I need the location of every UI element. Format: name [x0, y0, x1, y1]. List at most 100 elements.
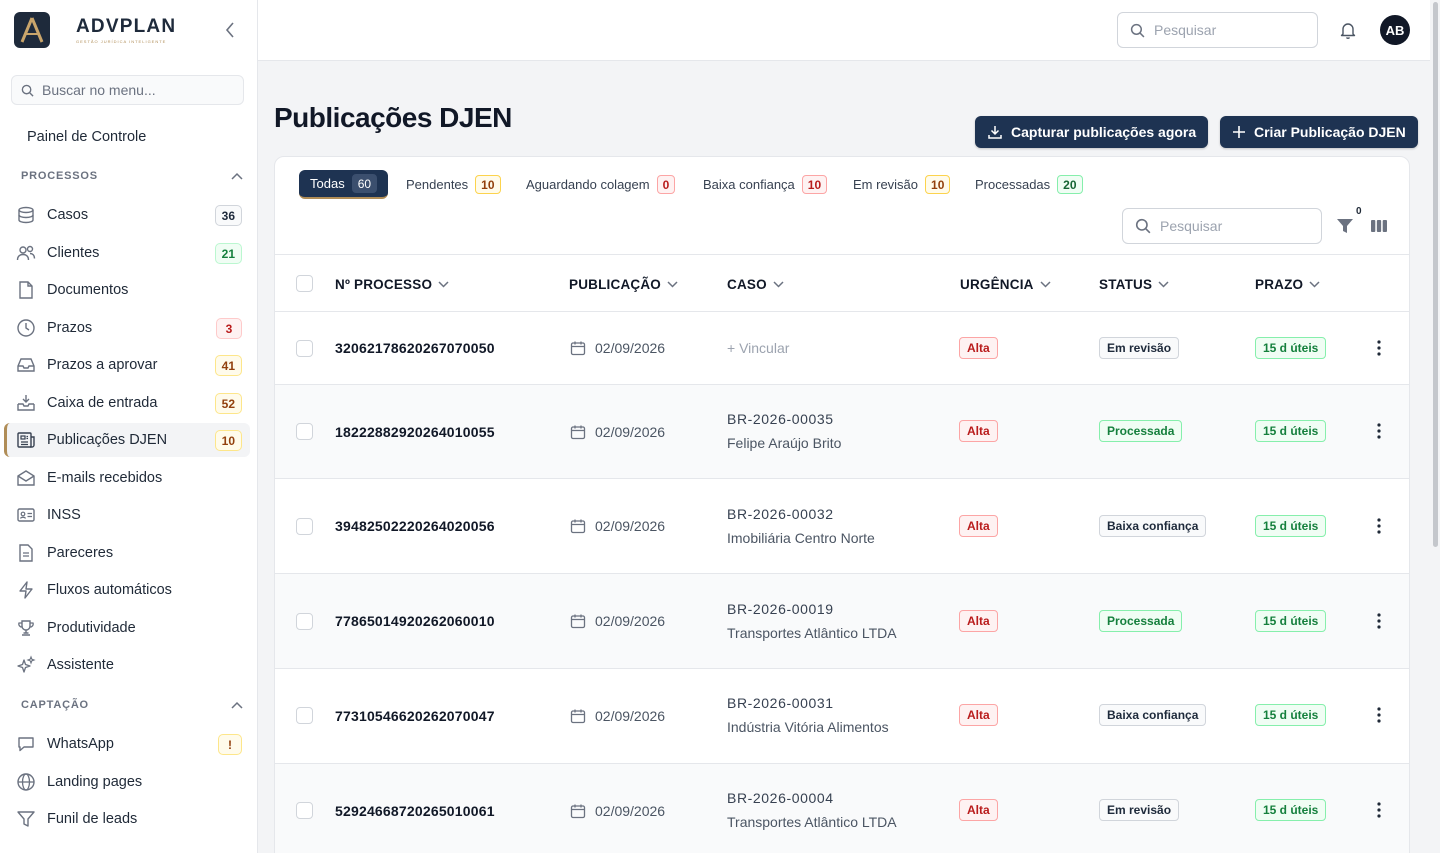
- filter-icon[interactable]: [1336, 217, 1354, 235]
- global-search-input[interactable]: [1154, 22, 1304, 38]
- tab-em-revisao[interactable]: Em revisão 10: [842, 170, 961, 199]
- capture-publications-button[interactable]: Capturar publicações agora: [975, 116, 1209, 148]
- column-caso[interactable]: CASO: [727, 255, 784, 313]
- tab-aguardando-colagem[interactable]: Aguardando colagem 0: [515, 170, 686, 199]
- search-icon: [21, 84, 34, 97]
- row-checkbox[interactable]: [296, 613, 313, 630]
- sidebar-item-fluxos[interactable]: Fluxos automáticos: [4, 573, 250, 607]
- mail-icon: [16, 468, 36, 488]
- row-checkbox[interactable]: [296, 518, 313, 535]
- sidebar-item-assistente[interactable]: Assistente: [4, 648, 250, 682]
- date-text: 02/09/2026: [595, 803, 666, 819]
- row-checkbox[interactable]: [296, 802, 313, 819]
- scrollbar-thumb[interactable]: [1433, 2, 1438, 547]
- publication-date: 02/09/2026: [570, 669, 665, 763]
- sidebar-item-pareceres[interactable]: Pareceres: [4, 536, 250, 570]
- chevron-down-icon: [1158, 280, 1169, 288]
- inbox-download-icon: [16, 393, 36, 413]
- more-vertical-icon[interactable]: [1369, 421, 1389, 441]
- process-number[interactable]: 32062178620267070050: [335, 312, 495, 384]
- chevron-down-icon: [1040, 280, 1051, 288]
- table-row[interactable]: 77310546620262070047 02/09/2026 BR-2026-…: [275, 669, 1409, 764]
- sidebar-item-prazos-aprovar[interactable]: Prazos a aprovar 41: [4, 348, 250, 382]
- process-number[interactable]: 18222882920264010055: [335, 385, 495, 478]
- table-row[interactable]: 52924668720265010061 02/09/2026 BR-2026-…: [275, 764, 1409, 853]
- row-checkbox[interactable]: [296, 707, 313, 724]
- date-text: 02/09/2026: [595, 340, 666, 356]
- brand[interactable]: ADVPLAN GESTÃO JURÍDICA INTELIGENTE: [14, 12, 176, 48]
- column-publicacao[interactable]: PUBLICAÇÃO: [569, 255, 678, 313]
- table-row[interactable]: 39482502220264020056 02/09/2026 BR-2026-…: [275, 479, 1409, 574]
- menu-search-input[interactable]: [42, 82, 232, 98]
- sidebar-item-casos[interactable]: Casos 36: [4, 198, 250, 232]
- count-badge: 10: [214, 430, 242, 451]
- sidebar-item-painel[interactable]: Painel de Controle: [4, 120, 250, 154]
- column-processo[interactable]: Nº PROCESSO: [335, 255, 449, 313]
- section-captacao[interactable]: CAPTAÇÃO: [21, 697, 243, 713]
- tab-pendentes[interactable]: Pendentes 10: [395, 170, 512, 199]
- row-checkbox[interactable]: [296, 423, 313, 440]
- tab-count: 60: [351, 174, 378, 193]
- global-search[interactable]: [1117, 12, 1318, 48]
- chevron-down-icon: [773, 280, 784, 288]
- urgency-badge: Alta: [959, 799, 998, 821]
- create-publication-button[interactable]: Criar Publicação DJEN: [1220, 116, 1418, 148]
- case-cell[interactable]: BR-2026-00032 Imobiliária Centro Norte: [727, 506, 875, 546]
- tab-todas[interactable]: Todas 60: [299, 170, 389, 199]
- case-cell[interactable]: BR-2026-00019 Transportes Atlântico LTDA: [727, 601, 897, 641]
- more-vertical-icon[interactable]: [1369, 611, 1389, 631]
- sidebar-item-clientes[interactable]: Clientes 21: [4, 236, 250, 270]
- urgency-badge: Alta: [959, 337, 998, 359]
- columns-icon[interactable]: [1370, 217, 1388, 235]
- avatar[interactable]: AB: [1380, 15, 1410, 45]
- logo-icon: [14, 12, 50, 48]
- column-status[interactable]: STATUS: [1099, 255, 1169, 313]
- link-case-button[interactable]: + Vincular: [727, 312, 789, 384]
- table-search-input[interactable]: [1160, 218, 1310, 234]
- sidebar-item-prazos[interactable]: Prazos 3: [4, 311, 250, 345]
- notifications-bell-icon[interactable]: [1338, 20, 1358, 40]
- column-label: STATUS: [1099, 276, 1153, 292]
- process-number[interactable]: 52924668720265010061: [335, 764, 495, 853]
- sidebar-item-funil-leads[interactable]: Funil de leads: [4, 802, 250, 836]
- calendar-icon: [570, 803, 586, 819]
- process-number[interactable]: 39482502220264020056: [335, 479, 495, 573]
- column-prazo[interactable]: PRAZO: [1255, 255, 1320, 313]
- row-checkbox[interactable]: [296, 340, 313, 357]
- more-vertical-icon[interactable]: [1369, 338, 1389, 358]
- menu-search[interactable]: [11, 75, 244, 105]
- tab-baixa-confianca[interactable]: Baixa confiança 10: [692, 170, 838, 199]
- column-urgencia[interactable]: URGÊNCIA: [960, 255, 1051, 313]
- case-cell[interactable]: BR-2026-00035 Felipe Araújo Brito: [727, 411, 841, 451]
- sidebar-item-inss[interactable]: INSS: [4, 498, 250, 532]
- tab-processadas[interactable]: Processadas 20: [964, 170, 1094, 199]
- process-number[interactable]: 77310546620262070047: [335, 669, 495, 763]
- table-row[interactable]: 77865014920262060010 02/09/2026 BR-2026-…: [275, 574, 1409, 669]
- more-vertical-icon[interactable]: [1369, 516, 1389, 536]
- table-row[interactable]: 18222882920264010055 02/09/2026 BR-2026-…: [275, 385, 1409, 479]
- sidebar-item-emails[interactable]: E-mails recebidos: [4, 461, 250, 495]
- sidebar-item-produtividade[interactable]: Produtividade: [4, 611, 250, 645]
- collapse-sidebar-button[interactable]: [220, 20, 240, 40]
- trophy-icon: [16, 618, 36, 638]
- case-cell[interactable]: BR-2026-00031 Indústria Vitória Alimentos: [727, 695, 889, 735]
- chevron-left-icon: [225, 22, 234, 38]
- select-all-checkbox[interactable]: [296, 275, 313, 292]
- table-row[interactable]: 32062178620267070050 02/09/2026 + Vincul…: [275, 312, 1409, 385]
- sidebar-item-landing-pages[interactable]: Landing pages: [4, 765, 250, 799]
- status-badge: Baixa confiança: [1099, 515, 1207, 537]
- sidebar-item-publicacoes-djen[interactable]: Publicações DJEN 10: [4, 423, 250, 457]
- section-processos[interactable]: PROCESSOS: [21, 168, 243, 184]
- more-vertical-icon[interactable]: [1369, 800, 1389, 820]
- urgency-badge: Alta: [959, 704, 998, 726]
- filter-count: 0: [1356, 206, 1362, 217]
- sidebar-item-documentos[interactable]: Documentos: [4, 273, 250, 307]
- sidebar-item-caixa-entrada[interactable]: Caixa de entrada 52: [4, 386, 250, 420]
- chevron-down-icon: [667, 280, 678, 288]
- process-number[interactable]: 77865014920262060010: [335, 574, 495, 668]
- sidebar-item-whatsapp[interactable]: WhatsApp !: [4, 727, 250, 761]
- table-search[interactable]: [1122, 208, 1322, 244]
- page-scrollbar[interactable]: [1431, 0, 1440, 853]
- case-cell[interactable]: BR-2026-00004 Transportes Atlântico LTDA: [727, 790, 897, 830]
- more-vertical-icon[interactable]: [1369, 705, 1389, 725]
